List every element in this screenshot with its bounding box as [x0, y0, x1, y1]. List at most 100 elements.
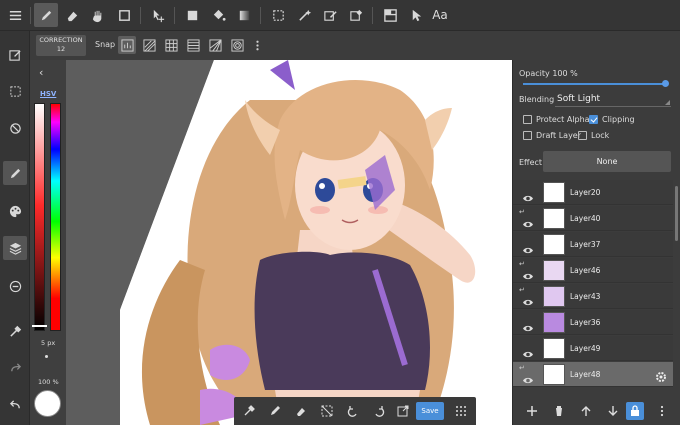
- layer-thumbnail: [543, 338, 565, 359]
- brush-panel-icon[interactable]: [3, 161, 27, 185]
- visibility-eye-icon[interactable]: [523, 240, 533, 254]
- select-pen-icon[interactable]: [318, 3, 342, 27]
- protect-alpha-checkbox[interactable]: [523, 115, 532, 124]
- layers-icon[interactable]: [3, 236, 27, 260]
- layer-thumbnail: [543, 260, 565, 281]
- palette-icon[interactable]: [3, 199, 27, 223]
- select-eraser-icon[interactable]: [344, 3, 368, 27]
- drawing-canvas[interactable]: [30, 60, 512, 425]
- visibility-eye-icon[interactable]: [523, 292, 533, 306]
- layer-row[interactable]: Layer37: [513, 232, 673, 257]
- snap-parallel-icon[interactable]: [140, 36, 158, 54]
- collapse-panel-icon[interactable]: ‹: [39, 66, 43, 79]
- correction-value: 12: [56, 45, 66, 53]
- hand-tool-icon[interactable]: [86, 3, 110, 27]
- visibility-eye-icon[interactable]: [523, 214, 533, 228]
- text-tool-icon[interactable]: Aa: [428, 3, 452, 27]
- layer-row[interactable]: ↵ Layer43: [513, 284, 673, 309]
- layer-row[interactable]: Layer20: [513, 180, 673, 205]
- frame-divider-icon[interactable]: [378, 3, 402, 27]
- eyedropper-icon[interactable]: [240, 402, 258, 420]
- selection-icon[interactable]: [3, 79, 27, 103]
- layer-row[interactable]: ↵ Layer46: [513, 258, 673, 283]
- undo-icon[interactable]: [3, 393, 27, 417]
- move-layer-up-icon[interactable]: [577, 402, 595, 420]
- layer-row[interactable]: Layer49: [513, 336, 673, 361]
- saturation-value-slider[interactable]: [34, 103, 45, 331]
- visibility-eye-icon[interactable]: [523, 344, 533, 358]
- blending-label: Blending: [519, 95, 555, 104]
- draft-layer-checkbox[interactable]: [523, 131, 532, 140]
- visibility-eye-icon[interactable]: [523, 266, 533, 280]
- operation-tool-icon[interactable]: [404, 3, 428, 27]
- opacity-slider-track[interactable]: [523, 83, 663, 85]
- select-rect-icon[interactable]: [266, 3, 290, 27]
- top-toolbar: Aa: [0, 0, 680, 31]
- hue-slider[interactable]: [50, 103, 61, 331]
- layer-panel: Opacity 100 % Blending Soft Light Protec…: [512, 60, 680, 425]
- lock-layer-icon[interactable]: [626, 402, 644, 420]
- fullscreen-icon[interactable]: [394, 402, 412, 420]
- current-color-swatch[interactable]: [34, 390, 61, 417]
- effect-button[interactable]: None: [543, 151, 671, 172]
- brush-tool-icon[interactable]: [34, 3, 58, 27]
- layer-name: Layer48: [570, 370, 601, 379]
- layer-row[interactable]: Layer36: [513, 310, 673, 335]
- snap-off-icon[interactable]: [118, 36, 136, 54]
- correction-button[interactable]: CORRECTION 12: [36, 35, 86, 56]
- eraser-icon[interactable]: [292, 402, 310, 420]
- save-button[interactable]: Save: [416, 402, 444, 420]
- layer-name: Layer36: [570, 318, 601, 327]
- hsv-tab[interactable]: HSV: [40, 90, 56, 98]
- delete-layer-icon[interactable]: [550, 402, 568, 420]
- eyedropper-icon[interactable]: [3, 319, 27, 343]
- toolbar-divider: [174, 7, 175, 24]
- add-layer-icon[interactable]: [523, 402, 541, 420]
- layer-scrollbar[interactable]: [675, 186, 678, 241]
- toolbar-divider: [140, 7, 141, 24]
- visibility-eye-icon[interactable]: [523, 370, 533, 384]
- visibility-eye-icon[interactable]: [523, 188, 533, 202]
- redo-icon[interactable]: [370, 402, 388, 420]
- edit-icon[interactable]: [3, 43, 27, 67]
- menu-icon[interactable]: [3, 3, 27, 27]
- eraser-tool-icon[interactable]: [60, 3, 84, 27]
- layer-row[interactable]: ↵ Layer40: [513, 206, 673, 231]
- medibang-app: Aa CORRECTION 12 Snap ‹ HSV 5 px 100 % S…: [0, 0, 680, 425]
- visibility-eye-icon[interactable]: [523, 318, 533, 332]
- dropdown-caret-icon[interactable]: [665, 100, 670, 105]
- deselect-icon[interactable]: [3, 116, 27, 140]
- grid-menu-icon[interactable]: [452, 402, 470, 420]
- move-tool-icon[interactable]: [146, 3, 170, 27]
- color-panel: ‹ HSV 5 px 100 %: [30, 60, 66, 425]
- undo-icon[interactable]: [344, 402, 362, 420]
- move-layer-down-icon[interactable]: [604, 402, 622, 420]
- magic-wand-icon[interactable]: [292, 3, 316, 27]
- lock-checkbox[interactable]: [578, 131, 587, 140]
- material-icon[interactable]: [3, 274, 27, 298]
- pen-icon[interactable]: [266, 402, 284, 420]
- bucket-icon[interactable]: [206, 3, 230, 27]
- layer-toolbar: [513, 397, 680, 425]
- layer-list: Layer20 ↵ Layer40 Layer37 ↵ Layer46 ↵ La…: [513, 180, 680, 392]
- snap-lines-icon[interactable]: [184, 36, 202, 54]
- blending-select[interactable]: Soft Light: [557, 94, 600, 104]
- deselect-icon[interactable]: [318, 402, 336, 420]
- layer-more-icon[interactable]: [653, 402, 671, 420]
- opacity-slider-thumb[interactable]: [662, 80, 669, 87]
- layer-row-selected[interactable]: ↵ Layer48: [513, 362, 673, 387]
- gradient-icon[interactable]: [232, 3, 256, 27]
- layer-thumbnail: [543, 286, 565, 307]
- text-tool-label: Aa: [432, 8, 448, 22]
- redo-icon[interactable]: [3, 356, 27, 380]
- snap-grid-icon[interactable]: [162, 36, 180, 54]
- opacity-label: Opacity 100 %: [519, 69, 578, 78]
- snap-more-icon[interactable]: [248, 36, 266, 54]
- layer-name: Layer43: [570, 292, 601, 301]
- fill-shape-icon[interactable]: [180, 3, 204, 27]
- clipping-checkbox[interactable]: [589, 115, 598, 124]
- square-select-icon[interactable]: [112, 3, 136, 27]
- gear-icon[interactable]: [655, 368, 667, 387]
- snap-circle-icon[interactable]: [228, 36, 246, 54]
- snap-radial-icon[interactable]: [206, 36, 224, 54]
